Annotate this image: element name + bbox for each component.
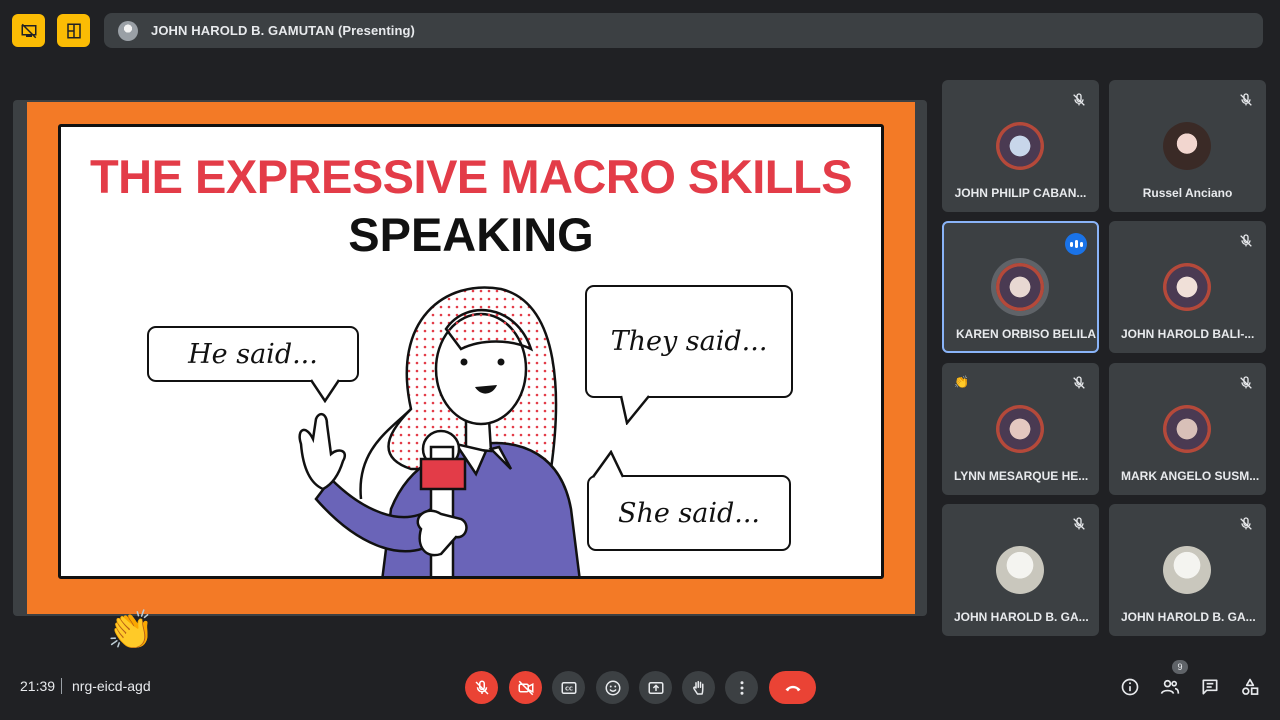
participant-name: Russel Anciano xyxy=(1142,186,1233,200)
floating-clap-reaction: 👏 xyxy=(107,610,155,652)
participant-avatar xyxy=(1163,546,1211,594)
clock: 21:39 xyxy=(20,678,56,694)
presenter-title: JOHN HAROLD B. GAMUTAN (Presenting) xyxy=(151,23,415,38)
presenter-bar: JOHN HAROLD B. GAMUTAN (Presenting) xyxy=(104,13,1263,48)
meet-window: JOHN HAROLD B. GAMUTAN (Presenting) THE … xyxy=(0,0,1280,720)
participant-avatar xyxy=(1163,122,1211,170)
presenter-avatar xyxy=(118,20,138,41)
participant-avatar xyxy=(996,263,1044,311)
participant-name: JOHN PHILIP CABAN... xyxy=(954,186,1087,200)
reporter-illustration xyxy=(298,286,581,576)
more-vert-icon xyxy=(740,680,743,695)
hand-icon xyxy=(692,680,703,695)
mic-off-icon xyxy=(1073,376,1085,389)
emoji-icon xyxy=(605,680,620,695)
present-off-icon xyxy=(21,23,36,38)
slide-subtitle: SPEAKING xyxy=(348,208,594,261)
mic-off-icon xyxy=(474,679,489,695)
chat-icon xyxy=(1202,679,1218,695)
leave-call-button[interactable] xyxy=(769,671,816,704)
participant-tile[interactable]: JOHN HAROLD B. GA... xyxy=(942,504,1099,636)
raise-hand-button[interactable] xyxy=(682,671,715,704)
speech-bubble-tail xyxy=(619,395,650,425)
meeting-details-button[interactable] xyxy=(1119,676,1141,698)
layout-icon xyxy=(66,23,81,38)
participant-tile[interactable]: JOHN HAROLD B. GA... xyxy=(1109,504,1266,636)
participant-name: JOHN HAROLD BALI-... xyxy=(1121,327,1255,341)
mic-off-icon xyxy=(1240,376,1252,389)
stop-presenting-button[interactable] xyxy=(12,14,45,47)
participant-avatar xyxy=(1163,405,1211,453)
mic-off-icon xyxy=(1240,234,1252,247)
participant-tile[interactable]: MARK ANGELO SUSM... xyxy=(1109,363,1266,495)
clap-reaction-icon: 👏 xyxy=(954,375,969,389)
activities-icon xyxy=(1242,678,1259,695)
mic-off-icon xyxy=(1073,517,1085,530)
present-icon xyxy=(648,681,663,694)
svg-text:CC: CC xyxy=(565,686,573,692)
mic-off-icon xyxy=(1240,93,1252,106)
people-icon xyxy=(1160,679,1180,694)
participant-tile-active[interactable]: KAREN ORBISO BELILA xyxy=(942,221,1099,353)
more-options-button[interactable] xyxy=(725,671,758,704)
camera-button[interactable] xyxy=(509,671,542,704)
participant-avatar xyxy=(1163,263,1211,311)
presentation-slide: THE EXPRESSIVE MACRO SKILLS SPEAKING He … xyxy=(27,102,915,614)
mic-off-icon xyxy=(1240,517,1252,530)
participant-name: KAREN ORBISO BELILA xyxy=(956,327,1097,341)
chat-button[interactable] xyxy=(1199,676,1221,698)
participant-name: JOHN HAROLD B. GA... xyxy=(1121,610,1256,624)
participant-tile[interactable]: 👏 LYNN MESARQUE HE... xyxy=(942,363,1099,495)
activities-button[interactable] xyxy=(1239,676,1261,698)
speech-bubble-tail xyxy=(591,450,625,478)
divider xyxy=(61,678,62,694)
slide-content: THE EXPRESSIVE MACRO SKILLS SPEAKING He … xyxy=(58,124,884,579)
participant-avatar xyxy=(996,405,1044,453)
participant-name: MARK ANGELO SUSM... xyxy=(1121,469,1260,483)
participant-name: JOHN HAROLD B. GA... xyxy=(954,610,1089,624)
speech-bubble-right-bottom: She said... xyxy=(587,475,791,551)
slide-title: THE EXPRESSIVE MACRO SKILLS xyxy=(89,150,853,203)
speech-bubble-right-top: They said... xyxy=(585,285,793,398)
mic-off-icon xyxy=(1073,93,1085,106)
speaking-indicator-icon xyxy=(1065,233,1087,255)
microphone-button[interactable] xyxy=(465,671,498,704)
participant-tile[interactable]: JOHN PHILIP CABAN... xyxy=(942,80,1099,212)
captions-button[interactable]: CC xyxy=(552,671,585,704)
participant-name: LYNN MESARQUE HE... xyxy=(954,469,1089,483)
meeting-code: nrg-eicd-agd xyxy=(72,678,151,694)
participant-tile[interactable]: JOHN HAROLD BALI-... xyxy=(1109,221,1266,353)
end-call-icon xyxy=(785,685,800,691)
participant-avatar xyxy=(996,546,1044,594)
people-button[interactable] xyxy=(1159,676,1181,698)
participant-tile[interactable]: Russel Anciano xyxy=(1109,80,1266,212)
present-now-button[interactable] xyxy=(639,671,672,704)
layout-button[interactable] xyxy=(57,14,90,47)
reactions-button[interactable] xyxy=(596,671,629,704)
camera-off-icon xyxy=(518,680,533,695)
participant-avatar xyxy=(996,122,1044,170)
participant-count-badge: 9 xyxy=(1172,660,1188,674)
captions-icon: CC xyxy=(561,681,576,694)
info-icon xyxy=(1121,678,1139,696)
